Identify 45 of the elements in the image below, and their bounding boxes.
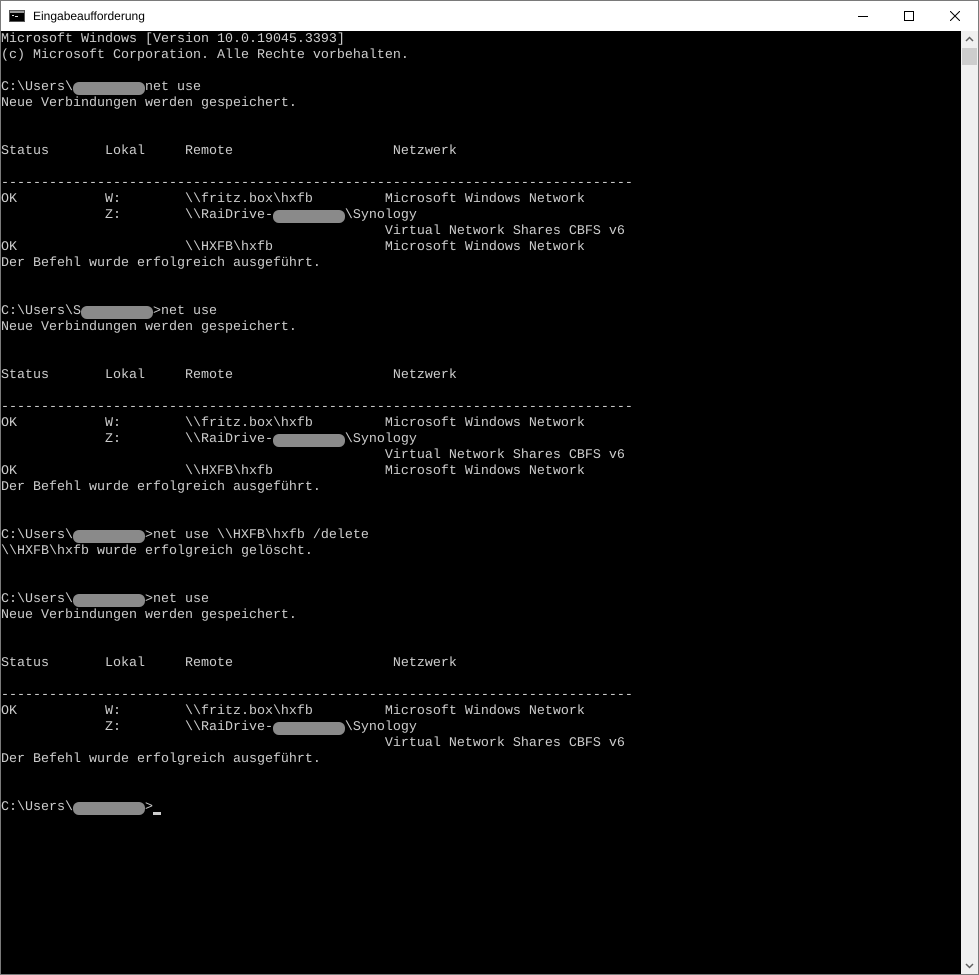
scroll-thumb[interactable]: [962, 48, 977, 65]
console-text: Status Lokal Remote Netzwerk: [1, 368, 457, 384]
window-title: Eingabeaufforderung: [33, 8, 145, 25]
console-text: Z: \\RaiDrive-: [104, 432, 273, 448]
console-text: Microsoft Windows [Version 10.0.19045.3393]: [1, 32, 345, 48]
console-text: C:\Users\: [1, 80, 73, 96]
console-text: Z: \\RaiDrive-: [104, 720, 273, 736]
console-text: OK \\HXFB\hxfb Microsoft Windows Network: [1, 464, 585, 480]
console-text: \\HXFB\hxfb wurde erfolgreich gelöscht.: [1, 544, 313, 560]
console-text: Z: \\RaiDrive-: [104, 208, 273, 224]
console-text: Der Befehl wurde erfolgreich ausgeführt.: [1, 752, 321, 768]
console-app-icon: [9, 10, 25, 22]
console-text: -------------------------------------------------------------------------------: [1, 176, 633, 192]
console-text: Der Befehl wurde erfolgreich ausgeführt.: [1, 256, 321, 272]
console-text: (c) Microsoft Corporation. Alle Rechte vorbehalten.: [1, 48, 409, 64]
console-text: OK W: \\fritz.box\hxfb Microsoft Windows Network: [1, 704, 585, 720]
console-text: Virtual Network Shares CBFS v6: [384, 448, 625, 464]
console-text: C:\Users\S: [1, 304, 81, 320]
console-text: \Synology: [344, 720, 417, 736]
console-text: Neue Verbindungen werden gespeichert.: [1, 608, 297, 624]
console-text: Der Befehl wurde erfolgreich ausgeführt.: [1, 480, 321, 496]
console-text: >: [144, 800, 153, 816]
console-text: >net use \\HXFB\hxfb /delete: [144, 528, 369, 544]
console-text: >net use: [144, 592, 209, 608]
maximize-icon: [904, 11, 914, 21]
console-text: C:\Users\: [1, 592, 73, 608]
console-text: C:\Users\: [1, 528, 73, 544]
console-text: >net use: [152, 304, 217, 320]
console-text: net use: [144, 80, 201, 96]
console-text: OK W: \\fritz.box\hxfb Microsoft Windows Network: [1, 416, 585, 432]
console-text: Virtual Network Shares CBFS v6: [384, 736, 625, 752]
console-text: OK \\HXFB\hxfb Microsoft Windows Network: [1, 240, 585, 256]
console-text: Status Lokal Remote Netzwerk: [1, 656, 457, 672]
console-text: Status Lokal Remote Netzwerk: [1, 144, 457, 160]
console-text: -------------------------------------------------------------------------------: [1, 688, 633, 704]
console-text: Virtual Network Shares CBFS v6: [384, 224, 625, 240]
scrollbar[interactable]: [961, 31, 978, 974]
console-text: OK W: \\fritz.box\hxfb Microsoft Windows Network: [1, 192, 585, 208]
console-text: C:\Users\: [1, 800, 73, 816]
console-text: \Synology: [344, 208, 417, 224]
console-text: \Synology: [344, 432, 417, 448]
close-icon: [950, 11, 960, 21]
console-text: Neue Verbindungen werden gespeichert.: [1, 320, 297, 336]
console-text: Neue Verbindungen werden gespeichert.: [1, 96, 297, 112]
console-text: -------------------------------------------------------------------------------: [1, 400, 633, 416]
